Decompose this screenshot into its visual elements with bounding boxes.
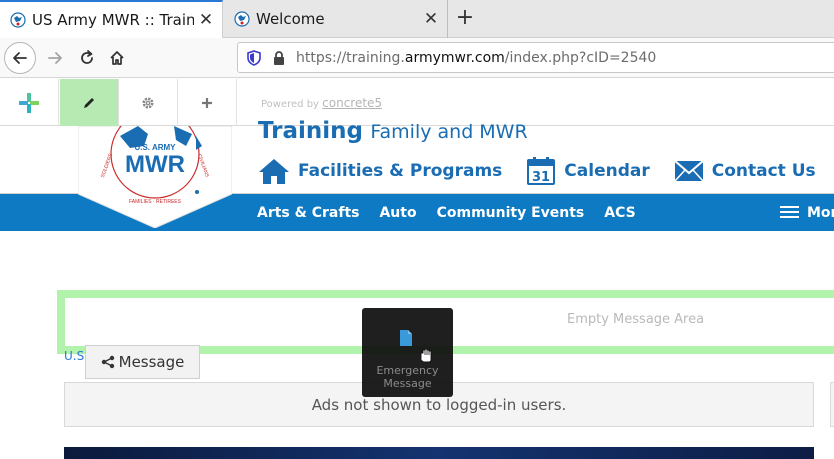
hero-banner [64, 447, 814, 459]
browser-window: US Army MWR :: Training ✕ Welcome ✕ + [0, 0, 834, 459]
url-prefix: https://training. [296, 49, 405, 66]
site-title[interactable]: Training Family and MWR [258, 118, 528, 144]
powered-by: Powered by concrete5 [261, 96, 382, 110]
address-bar[interactable]: https://training.armymwr.com/index.php?c… [237, 42, 834, 73]
powered-by-text: Powered by [261, 99, 319, 110]
home-icon [110, 51, 124, 65]
grab-cursor-icon [420, 348, 432, 363]
message-button-label: Message [118, 353, 185, 371]
tab-title: Welcome [256, 10, 325, 28]
add-content-button[interactable] [178, 79, 237, 126]
share-icon [101, 355, 114, 369]
reload-button[interactable] [72, 43, 102, 73]
tab-title: US Army MWR :: Training [32, 11, 194, 29]
mwr-favicon-icon [234, 11, 250, 27]
more-label: Mor [807, 204, 834, 221]
url-text[interactable]: https://training.armymwr.com/index.php?c… [296, 50, 656, 66]
nav-item-acs[interactable]: ACS [604, 205, 635, 221]
drag-label-line1: Emergency [376, 364, 439, 377]
calendar-day: 31 [532, 170, 550, 185]
url-domain: armymwr.com [404, 49, 505, 66]
forward-button[interactable] [40, 43, 70, 73]
back-button[interactable] [4, 42, 36, 74]
side-panel-edge [830, 382, 834, 427]
message-share-button[interactable]: Message [85, 345, 200, 379]
drag-label-line2: Message [383, 377, 432, 390]
facilities-programs-label: Facilities & Programs [298, 161, 503, 181]
facilities-programs-link[interactable]: Facilities & Programs [258, 157, 502, 185]
mwr-logo[interactable]: U.S. ARMY MWR SOLDIERS FAMILIES · RETIRE… [78, 126, 232, 228]
pencil-icon [84, 97, 94, 108]
concrete5-link[interactable]: concrete5 [322, 96, 382, 110]
empty-message-text: Empty Message Area [567, 312, 705, 327]
tab-us-army-mwr[interactable]: US Army MWR :: Training ✕ [0, 0, 223, 38]
calendar-link[interactable]: 31 Calendar [526, 156, 650, 186]
close-tab-icon[interactable]: ✕ [194, 10, 218, 30]
logo-ring-bottom: FAMILIES · RETIREES [129, 199, 182, 205]
site-title-rest: Family and MWR [370, 121, 528, 143]
more-menu-button[interactable]: Mor [780, 194, 834, 231]
envelope-icon [674, 160, 704, 182]
page-settings-button[interactable] [119, 79, 178, 126]
contact-us-link[interactable]: Contact Us [674, 160, 816, 182]
dragged-block-emergency-message[interactable]: Emergency Message [362, 308, 453, 397]
concrete5-menu-button[interactable] [0, 79, 59, 126]
mwr-favicon-icon [10, 12, 26, 28]
edit-page-button[interactable] [60, 79, 119, 126]
reload-icon [81, 50, 93, 64]
ads-notice: Ads not shown to logged-in users. [311, 395, 567, 414]
calendar-icon: 31 [527, 157, 556, 185]
contact-us-label: Contact Us [711, 161, 816, 181]
drag-block-label: Emergency Message [362, 364, 453, 390]
navigation-toolbar: https://training.armymwr.com/index.php?c… [0, 38, 834, 78]
plus-icon [202, 97, 212, 108]
breadcrumb-fragment[interactable]: U.S [64, 349, 84, 363]
lock-icon[interactable] [272, 50, 286, 66]
concrete5-plus-icon [19, 92, 39, 113]
quick-links: Facilities & Programs 31 Calendar Contac… [258, 154, 834, 188]
nav-item-auto[interactable]: Auto [379, 205, 416, 221]
nav-item-community-events[interactable]: Community Events [437, 205, 585, 221]
nav-item-arts-crafts[interactable]: Arts & Crafts [257, 205, 359, 221]
arrow-left-icon [13, 52, 27, 64]
logo-mwr: MWR [125, 151, 185, 178]
calendar-label: Calendar [564, 161, 650, 181]
tracking-protection-shield-icon[interactable] [246, 49, 262, 66]
close-tab-icon[interactable]: ✕ [419, 9, 443, 29]
home-button[interactable] [102, 43, 132, 73]
tab-welcome[interactable]: Welcome ✕ [224, 0, 448, 38]
site-title-bold: Training [258, 118, 364, 144]
hamburger-icon [780, 206, 799, 219]
tab-strip: US Army MWR :: Training ✕ Welcome ✕ + [0, 0, 834, 38]
arrow-right-icon [48, 52, 62, 64]
new-tab-button[interactable]: + [452, 6, 478, 32]
file-icon [400, 330, 412, 346]
home-icon [259, 159, 289, 184]
url-path: /index.php?cID=2540 [504, 49, 657, 66]
gear-icon [142, 97, 154, 108]
